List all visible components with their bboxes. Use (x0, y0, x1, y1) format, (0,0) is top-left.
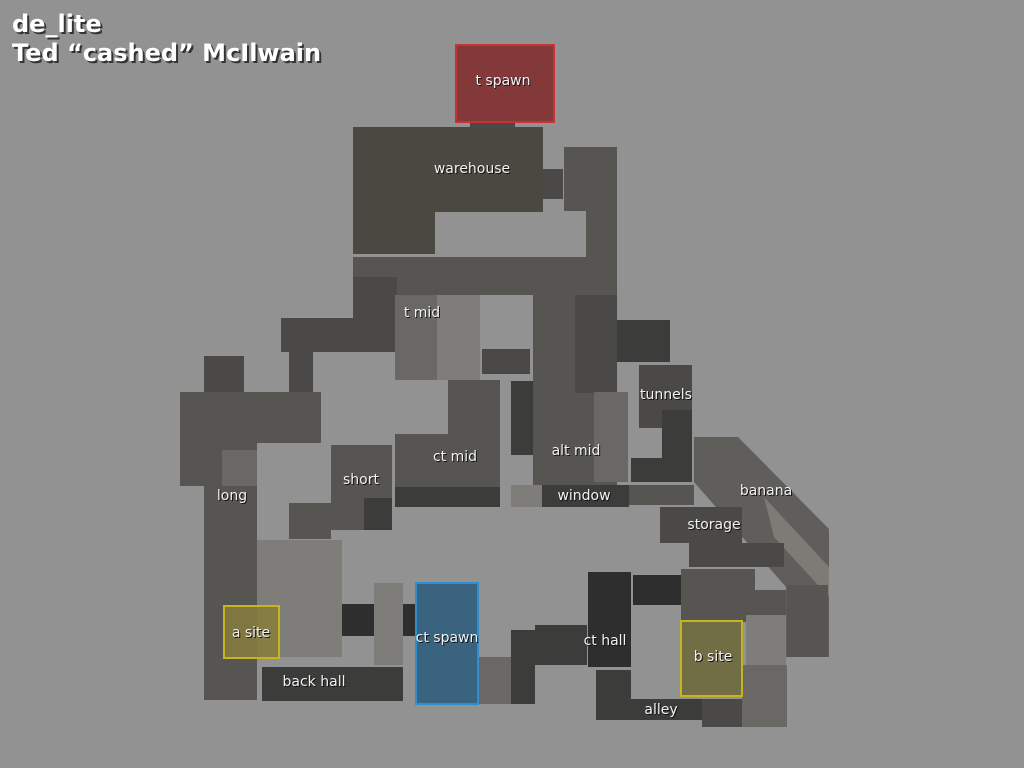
corridor (478, 657, 511, 704)
b-site-floor (746, 615, 786, 665)
long-floor (204, 486, 257, 700)
t-spawn-label: t spawn (475, 73, 531, 89)
tunnels-floor (631, 458, 692, 482)
corridor (448, 380, 500, 435)
ct-mid-floor (395, 487, 500, 507)
banana-floor (787, 585, 828, 657)
window-floor (511, 485, 542, 507)
short-floor (364, 498, 392, 530)
t-mid-label: t mid (403, 305, 441, 321)
corridor (511, 381, 533, 455)
ct-hall-label: ct hall (583, 633, 627, 649)
alley-floor (702, 699, 742, 727)
short-floor (289, 503, 331, 539)
long-label: long (216, 488, 248, 504)
banana-label: banana (739, 483, 793, 499)
tunnels-label: tunnels (640, 387, 692, 403)
b-site-label: b site (693, 649, 733, 665)
alt-mid-floor (594, 392, 628, 482)
corridor (596, 670, 631, 700)
storage-floor (689, 543, 784, 567)
corridor (564, 147, 617, 211)
ct-spawn-label: ct spawn (415, 630, 479, 646)
ct-hall-floor (588, 572, 631, 667)
alt-mid-label: alt mid (551, 443, 601, 459)
b-site-floor (742, 665, 787, 727)
t-mid-floor (437, 295, 480, 380)
short-label: short (343, 472, 379, 488)
corridor (617, 320, 670, 362)
map-author: Ted “cashed” McIlwain (12, 39, 322, 67)
storage-label: storage (687, 517, 741, 533)
corridor (511, 630, 535, 704)
alt-mid-floor (575, 295, 617, 393)
long-floor (222, 450, 257, 486)
corridor (289, 352, 313, 392)
a-site-label: a site (231, 625, 271, 641)
corridor (204, 356, 244, 392)
back-hall-label: back hall (282, 674, 346, 690)
long-floor (180, 392, 321, 443)
ct-hall-floor (633, 575, 681, 605)
alley-label: alley (644, 702, 678, 718)
window-label: window (557, 488, 611, 504)
warehouse-door (543, 169, 563, 199)
corridor (482, 349, 530, 374)
ct-mid-label: ct mid (432, 449, 478, 465)
corridor (629, 485, 694, 505)
warehouse-floor (353, 212, 435, 254)
corridor (374, 583, 403, 665)
corridor (535, 625, 587, 665)
corridor (281, 318, 397, 352)
map-title: de_lite (12, 10, 102, 38)
warehouse-label: warehouse (433, 161, 511, 177)
